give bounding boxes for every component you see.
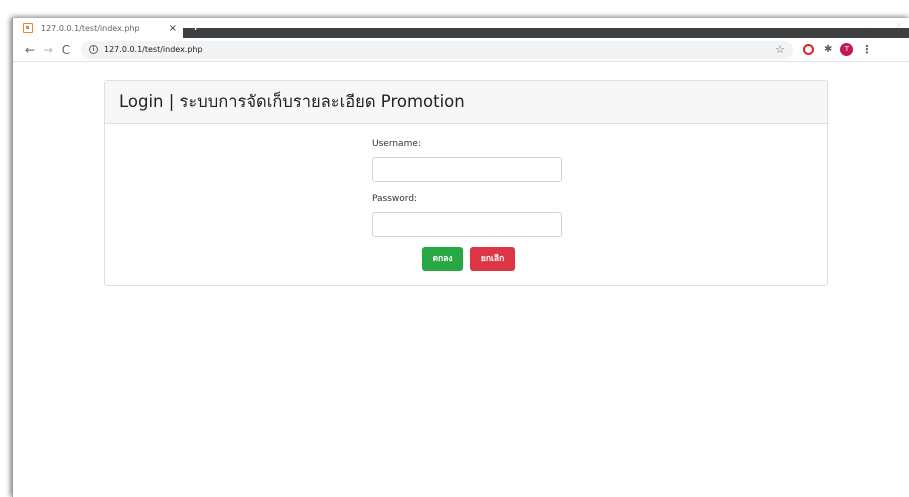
username-input[interactable]	[372, 157, 562, 182]
favicon-icon	[23, 23, 33, 33]
form-actions: ตกลง ยกเลิก	[372, 247, 562, 271]
address-bar[interactable]: i 127.0.0.1/test/index.php ☆	[81, 40, 793, 59]
forward-arrow-icon[interactable]: →	[39, 43, 57, 57]
browser-menu-icon[interactable]: ⋮	[861, 43, 872, 56]
window-close-button[interactable]: ×	[895, 21, 903, 31]
cancel-button[interactable]: ยกเลิก	[470, 247, 516, 271]
extensions-area: ✱ T ⋮	[803, 43, 872, 56]
login-card: Login | ระบบการจัดเก็บรายละเอียด Promoti…	[104, 80, 828, 286]
tab-strip: 127.0.0.1/test/index.php × + – ×	[13, 18, 909, 38]
card-header: Login | ระบบการจัดเก็บรายละเอียด Promoti…	[105, 81, 827, 124]
tab-title: 127.0.0.1/test/index.php	[41, 23, 140, 33]
password-label: Password:	[372, 194, 418, 204]
browser-window: 127.0.0.1/test/index.php × + – × ← → C i…	[12, 18, 909, 497]
new-tab-button[interactable]: +	[191, 21, 200, 32]
tab-close-icon[interactable]: ×	[169, 23, 177, 34]
extensions-puzzle-icon[interactable]: ✱	[824, 44, 832, 55]
page-title: Login | ระบบการจัดเก็บรายละเอียด Promoti…	[119, 92, 465, 111]
browser-toolbar: ← → C i 127.0.0.1/test/index.php ☆ ✱ T ⋮	[13, 38, 909, 62]
browser-tab[interactable]: 127.0.0.1/test/index.php ×	[13, 18, 183, 38]
profile-avatar[interactable]: T	[840, 43, 854, 56]
submit-button[interactable]: ตกลง	[421, 247, 463, 271]
password-input[interactable]	[372, 212, 562, 237]
back-arrow-icon[interactable]: ←	[21, 43, 39, 57]
tab-strip-background	[183, 28, 909, 38]
site-info-icon[interactable]: i	[89, 45, 98, 54]
reload-icon[interactable]: C	[57, 43, 75, 57]
minimize-button[interactable]: –	[865, 22, 870, 32]
login-form: Username: Password: ตกลง ยกเลิก	[372, 139, 562, 271]
opera-extension-icon[interactable]	[803, 44, 814, 55]
url-text[interactable]: 127.0.0.1/test/index.php	[104, 45, 203, 54]
username-label: Username:	[372, 139, 421, 149]
bookmark-star-icon[interactable]: ☆	[775, 43, 785, 56]
